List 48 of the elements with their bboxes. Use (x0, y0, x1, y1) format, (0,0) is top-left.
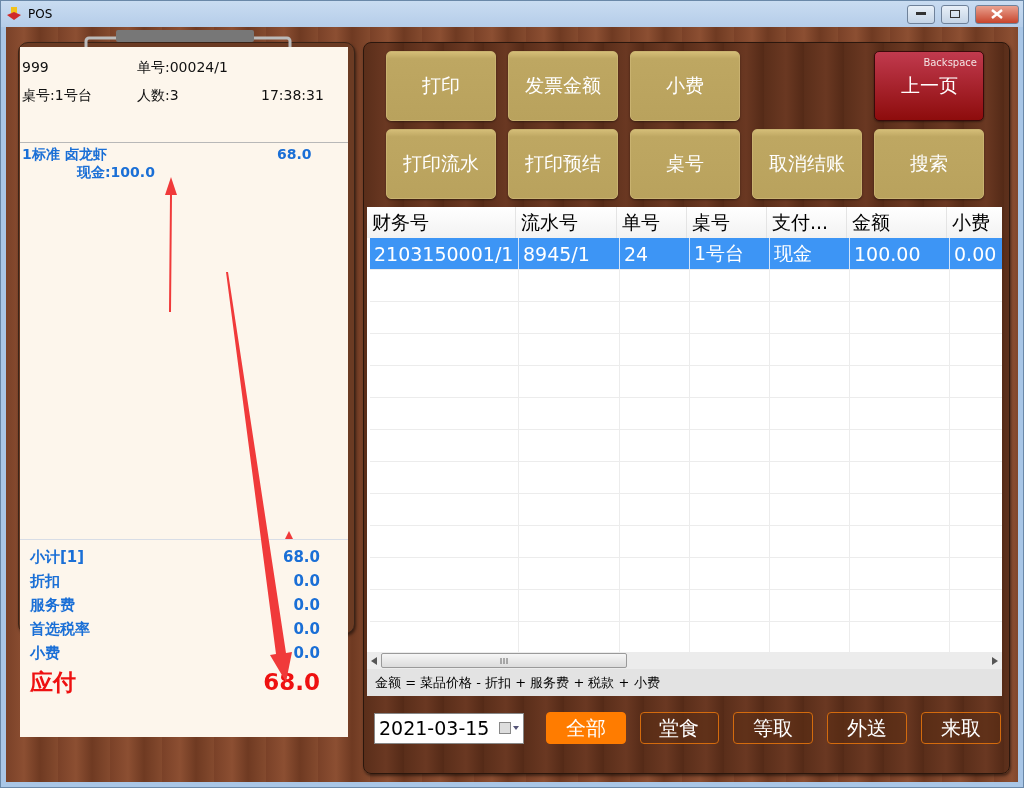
total-label: 小计[1] (30, 547, 85, 567)
total-value: 0.0 (293, 620, 320, 638)
total-label: 服务费 (30, 595, 75, 615)
formula-text: 金额 = 菜品价格 - 折扣 + 服务费 + 税款 + 小费 (375, 673, 660, 692)
total-value: 68.0 (283, 548, 320, 566)
table-cell: 8945/1 (519, 238, 620, 269)
payment-text: 现金:100.0 (75, 164, 156, 182)
minimize-icon (916, 12, 926, 16)
total-value: 0.0 (293, 572, 320, 590)
filter-tab[interactable]: 外送 (827, 712, 908, 744)
scrollbar-thumb[interactable] (381, 653, 627, 668)
filter-tab[interactable]: 来取 (921, 712, 1001, 744)
shortcut-hint: Backspace (923, 57, 977, 68)
total-label: 折扣 (30, 571, 60, 591)
back-button[interactable]: Backspace 上一页 (874, 51, 984, 121)
table-cell: 现金 (770, 238, 850, 269)
minimize-button[interactable] (907, 4, 935, 24)
receipt-header-text: 单号:00024/1 (137, 59, 229, 77)
amount-due-label: 应付 (30, 667, 76, 697)
item-name: 1标准 卤龙虾 (22, 146, 108, 164)
table-cell: 1号台 (690, 238, 770, 269)
filter-tab[interactable]: 堂食 (639, 712, 720, 744)
table-cell: 100.00 (850, 238, 950, 269)
window-title: POS (28, 7, 54, 21)
total-value: 0.0 (293, 644, 320, 662)
total-label: 小费 (30, 643, 60, 663)
amount-due-value: 68.0 (263, 669, 320, 695)
maximize-icon (950, 10, 960, 18)
receipt-header-text: 999 (22, 59, 50, 77)
scroll-right-icon[interactable] (992, 656, 998, 665)
item-price: 68.0 (277, 146, 312, 164)
scroll-left-icon[interactable] (371, 656, 377, 665)
total-value: 0.0 (293, 596, 320, 614)
close-icon (991, 9, 1003, 19)
close-button[interactable] (975, 4, 1019, 24)
app-logo-icon (6, 6, 22, 22)
table-cell: 24 (620, 238, 690, 269)
filter-tab[interactable]: 等取 (733, 712, 814, 744)
maximize-button[interactable] (941, 4, 969, 24)
date-picker[interactable]: 2021-03-15 (374, 712, 524, 744)
receipt-header-text: 桌号:1号台 (22, 87, 93, 105)
horizontal-scrollbar[interactable] (367, 652, 1002, 669)
annotation-arrow-head (285, 531, 293, 539)
calendar-icon[interactable] (498, 722, 519, 734)
receipt-header-text: 人数:3 (137, 87, 180, 105)
receipt-header-text: 17:38:31 (261, 87, 325, 105)
total-label: 首选税率 (30, 619, 90, 639)
table-cell: 2103150001/1 (370, 238, 519, 269)
